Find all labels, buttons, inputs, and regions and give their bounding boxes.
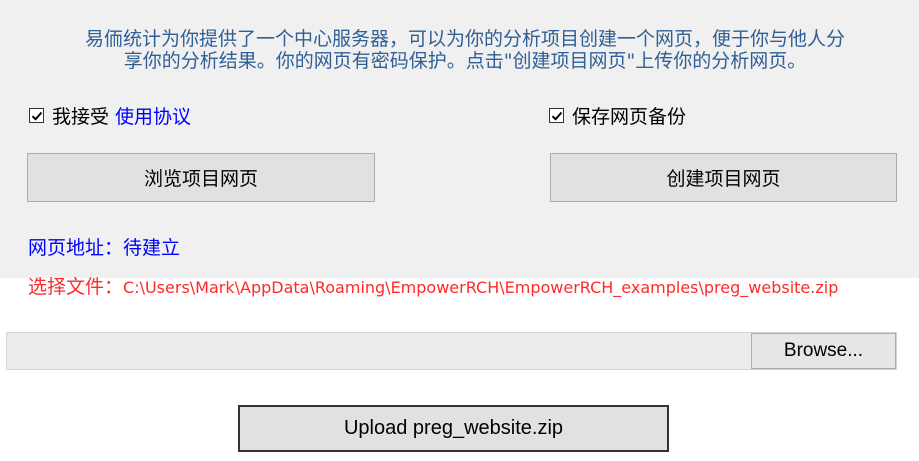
selected-file-path: C:\Users\Mark\AppData\Roaming\EmpowerRCH… xyxy=(123,278,839,297)
webpage-address-value: 待建立 xyxy=(123,237,181,259)
agreement-label: 我接受 xyxy=(52,105,110,128)
website-upload-panel: 易侕统计为你提供了一个中心服务器，可以为你的分析项目创建一个网页，便于你与他人分… xyxy=(0,0,919,461)
checkmark-icon xyxy=(31,111,43,121)
save-backup-checkbox[interactable] xyxy=(549,107,564,123)
save-backup-label: 保存网页备份 xyxy=(572,105,687,128)
webpage-address-label: 网页地址： xyxy=(28,237,124,259)
browse-file-button[interactable]: Browse... xyxy=(751,333,896,369)
backup-row: 保存网页备份 xyxy=(549,103,687,128)
selected-file-label: 选择文件： xyxy=(28,276,124,298)
intro-line-1: 易侕统计为你提供了一个中心服务器，可以为你的分析项目创建一个网页，便于你与他人分 xyxy=(84,28,845,50)
agreement-checkbox[interactable] xyxy=(29,107,44,123)
intro-line-2: 享你的分析结果。你的网页有密码保护。点击"创建项目网页"上传你的分析网页。 xyxy=(123,50,807,72)
create-project-webpage-button[interactable]: 创建项目网页 xyxy=(550,153,897,202)
agreement-row: 我接受 使用协议 xyxy=(29,102,191,129)
selected-file: 选择文件：C:\Users\Mark\AppData\Roaming\Empow… xyxy=(28,276,916,299)
webpage-address: 网页地址：待建立 xyxy=(28,233,180,260)
terms-of-use-link[interactable]: 使用协议 xyxy=(115,102,191,129)
upload-file-button[interactable]: Upload preg_website.zip xyxy=(238,405,669,452)
intro-text: 易侕统计为你提供了一个中心服务器，可以为你的分析项目创建一个网页，便于你与他人分… xyxy=(30,28,900,72)
browse-project-webpage-button[interactable]: 浏览项目网页 xyxy=(27,153,375,202)
checkmark-icon xyxy=(551,111,563,121)
